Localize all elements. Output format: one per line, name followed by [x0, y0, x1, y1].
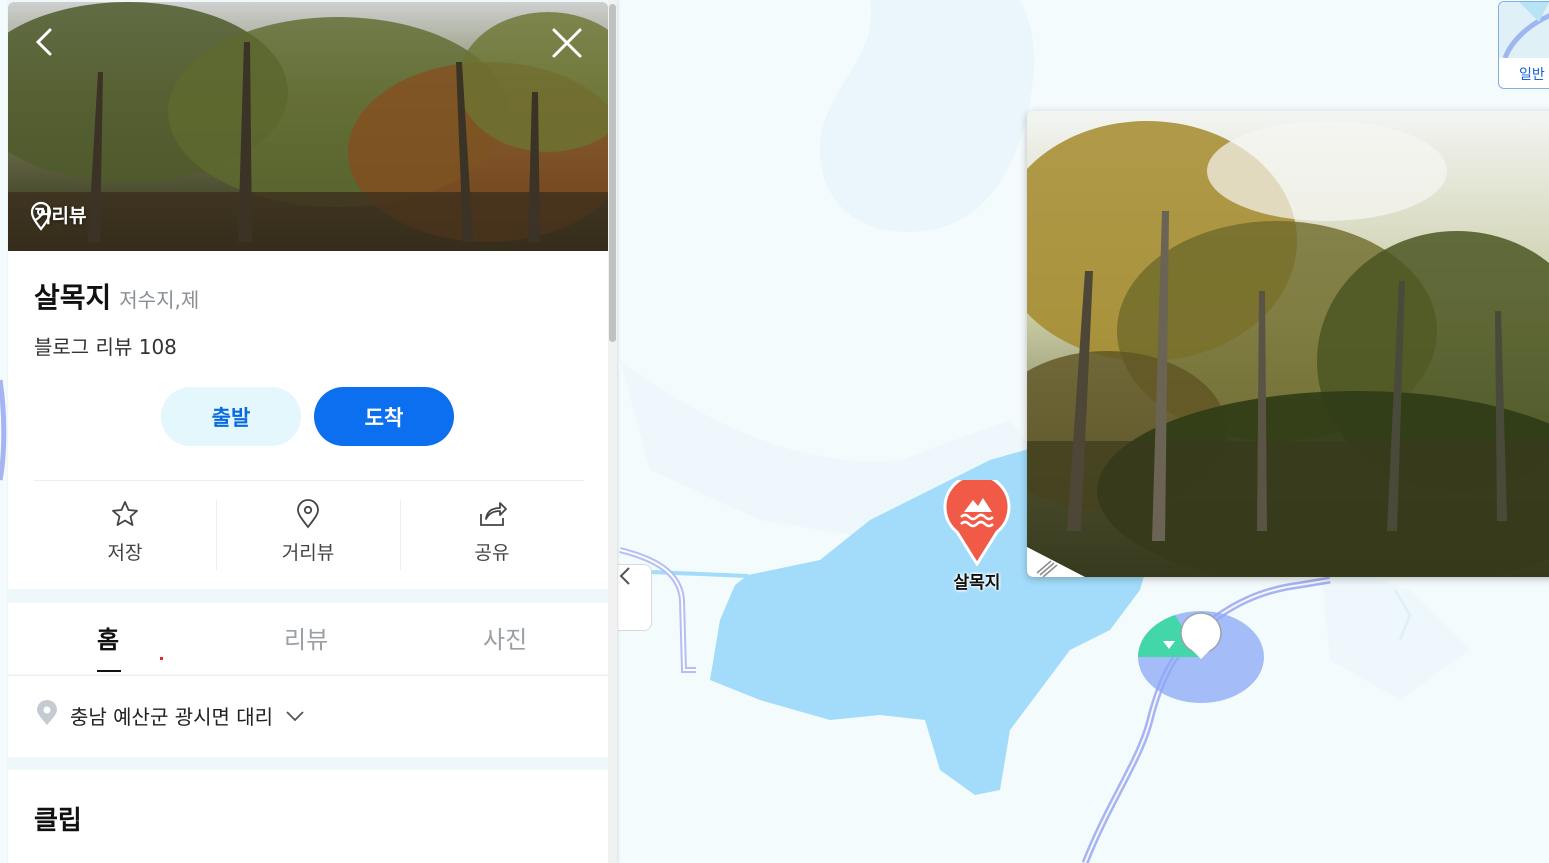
place-title-row: 살목지 저수지,제 [34, 276, 199, 316]
scrollbar-thumb[interactable] [609, 4, 616, 342]
resize-handle-icon[interactable] [1027, 547, 1085, 577]
clip-section-title: 클립 [34, 806, 82, 836]
share-icon [476, 498, 508, 530]
depart-button[interactable]: 출발 [161, 387, 301, 446]
map-type-button[interactable]: 일반 [1498, 1, 1549, 89]
hero-forest-image [8, 2, 608, 251]
street-view-preview[interactable] [1027, 111, 1549, 577]
reservoir-marker-icon[interactable] [943, 480, 1011, 566]
divider [34, 480, 584, 481]
active-tab-indicator [97, 670, 121, 672]
chevron-down-icon [285, 704, 305, 728]
street-view-button[interactable]: 거리뷰 [216, 498, 400, 578]
share-button[interactable]: 공유 [400, 498, 584, 578]
back-button[interactable] [30, 26, 60, 58]
arrive-button[interactable]: 도착 [314, 387, 454, 446]
blog-review-count[interactable]: 블로그 리뷰 108 [34, 331, 177, 360]
marker-label: 살목지 [953, 573, 1001, 593]
save-label: 저장 [107, 542, 143, 564]
map-type-thumbnail [1499, 2, 1549, 58]
place-name: 살목지 [34, 281, 112, 314]
tab-photos[interactable]: 사진 [483, 620, 527, 655]
place-category: 저수지,제 [119, 288, 200, 312]
hero-street-view[interactable]: 거리뷰 [8, 2, 608, 251]
map-type-label: 일반 [1519, 67, 1545, 83]
location-pin-icon [292, 498, 324, 530]
place-detail-panel: 거리뷰 살목지 저수지,제 블로그 리뷰 108 출발 도착 저장 거리뷰 공유… [8, 0, 617, 863]
save-button[interactable]: 저장 [33, 498, 217, 578]
tab-home[interactable]: 홈 [97, 620, 119, 655]
map-pin-icon [36, 700, 58, 731]
collapse-panel-button[interactable] [618, 564, 652, 631]
star-icon [109, 498, 141, 530]
address-row[interactable]: 충남 예산군 광시면 대리 [36, 700, 305, 731]
clip-card [8, 770, 608, 863]
share-label: 공유 [474, 542, 510, 564]
street-view-action-label: 거리뷰 [281, 542, 335, 564]
forest-image [1027, 111, 1549, 577]
address-text: 충남 예산군 광시면 대리 [70, 705, 274, 729]
tab-reviews[interactable]: 리뷰 [284, 620, 328, 655]
street-view-badge[interactable]: 거리뷰 [30, 201, 86, 231]
current-location-icon [1135, 603, 1267, 707]
new-indicator [160, 657, 163, 660]
